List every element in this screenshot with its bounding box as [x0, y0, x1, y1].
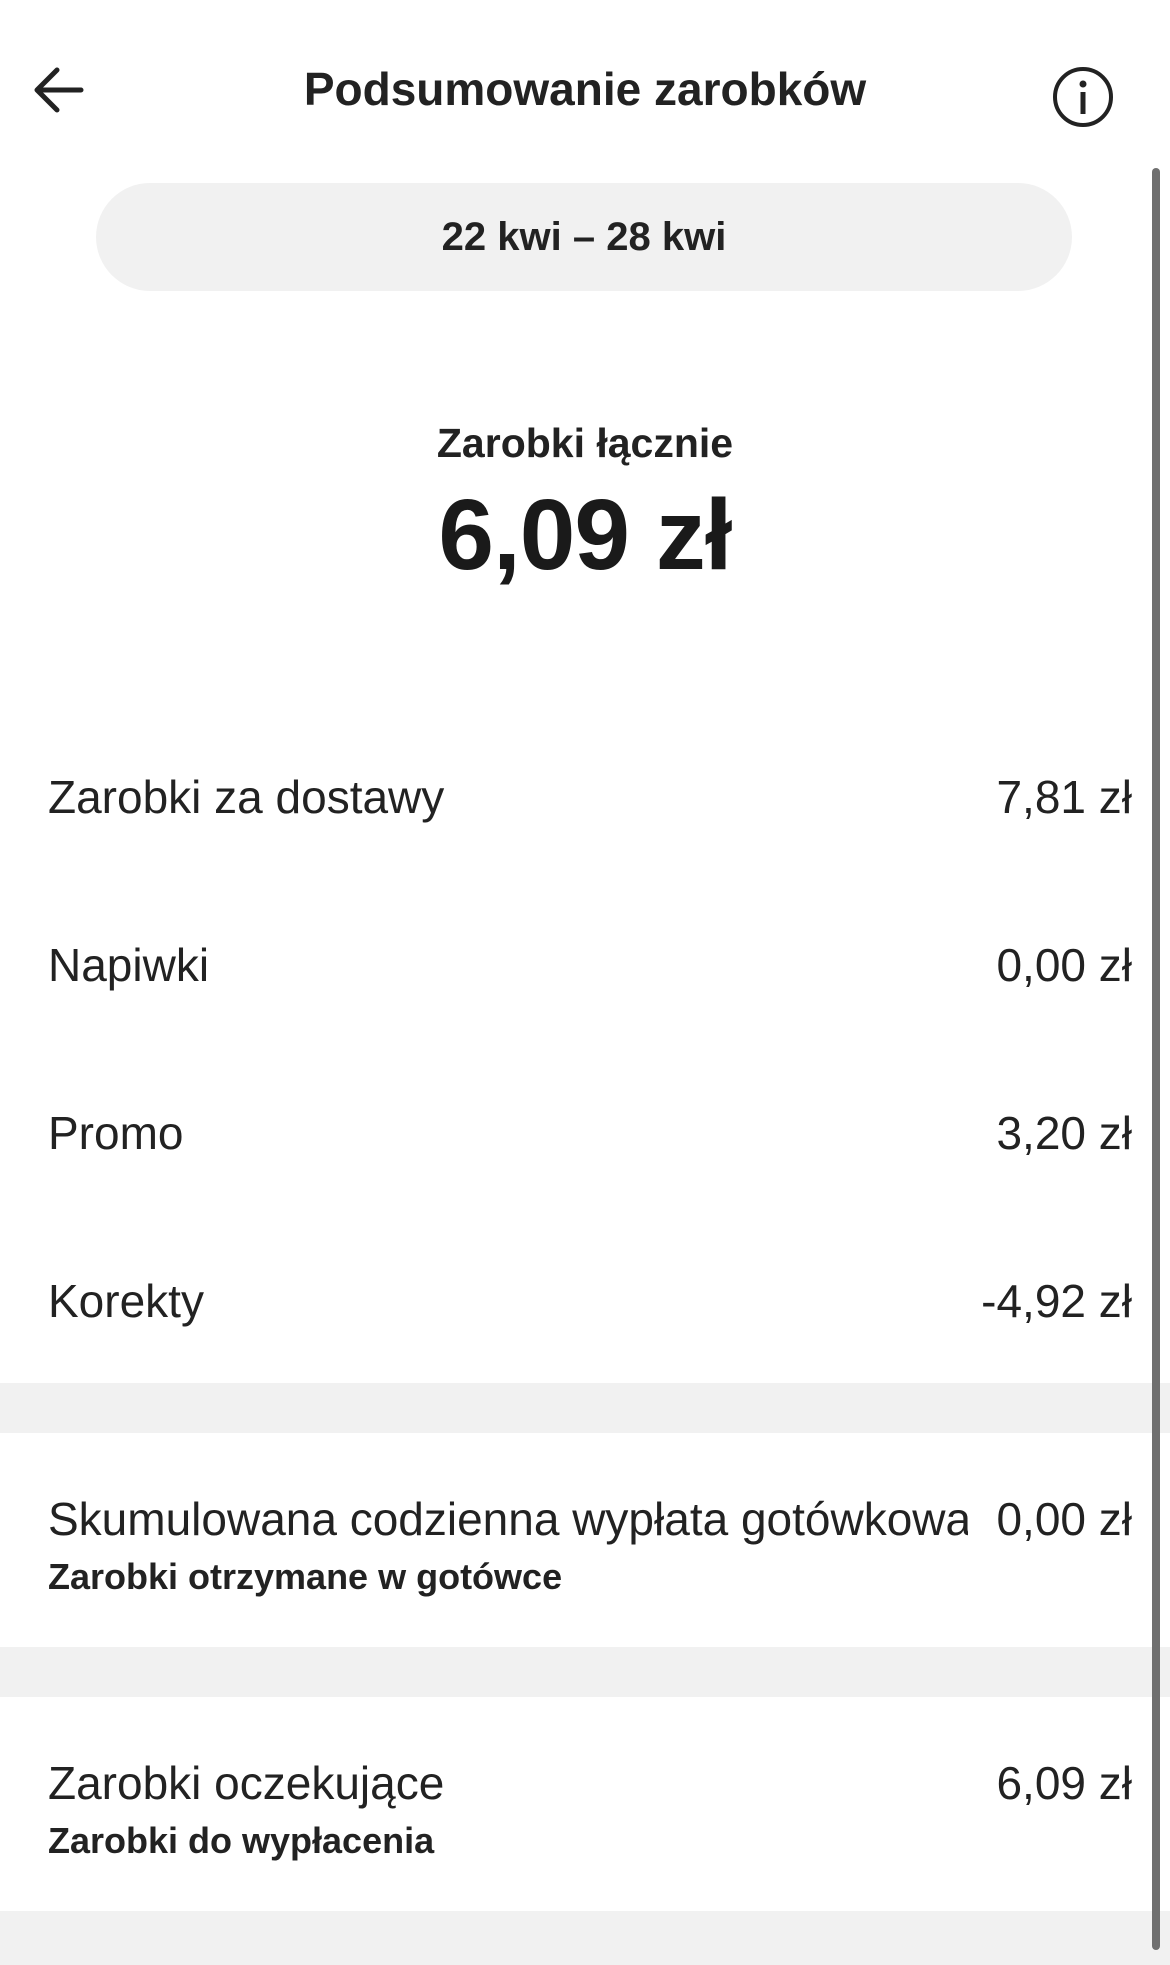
- row-value: 6,09 zł: [992, 1756, 1132, 1810]
- row-value: 7,81 zł: [992, 770, 1132, 824]
- info-button[interactable]: [1048, 62, 1118, 132]
- row-label: Skumulowana codzienna wypłata gotówkowa: [48, 1493, 968, 1545]
- breakdown-row-adjustments[interactable]: Korekty -4,92 zł: [48, 1274, 1132, 1344]
- row-value: 0,00 zł: [992, 1492, 1132, 1546]
- header: Podsumowanie zarobków: [0, 0, 1170, 180]
- earnings-summary-screen: Podsumowanie zarobków 22 kwi – 28 kwi Za…: [0, 0, 1170, 1965]
- section-divider: [0, 1383, 1170, 1433]
- total-earnings-label: Zarobki łącznie: [436, 420, 734, 466]
- row-label: Korekty: [48, 1275, 204, 1327]
- page-title: Podsumowanie zarobków: [303, 63, 867, 115]
- row-label: Zarobki oczekujące: [48, 1757, 445, 1809]
- scrollbar[interactable]: [1152, 168, 1160, 1950]
- row-label: Promo: [48, 1107, 184, 1159]
- row-value: -4,92 zł: [977, 1274, 1132, 1328]
- breakdown-row-tips[interactable]: Napiwki 0,00 zł: [48, 938, 1132, 1008]
- section-divider: [0, 1647, 1170, 1697]
- section-divider: [0, 1911, 1170, 1965]
- date-range-selector[interactable]: 22 kwi – 28 kwi: [96, 183, 1072, 291]
- row-sublabel: Zarobki do wypłacenia: [48, 1820, 435, 1861]
- info-icon: [1053, 67, 1113, 127]
- breakdown-row-promo[interactable]: Promo 3,20 zł: [48, 1106, 1132, 1176]
- total-earnings-value: 6,09 zł: [438, 479, 732, 591]
- row-label: Zarobki za dostawy: [48, 771, 445, 823]
- row-value: 0,00 zł: [992, 938, 1132, 992]
- row-value: 3,20 zł: [992, 1106, 1132, 1160]
- breakdown-row-deliveries[interactable]: Zarobki za dostawy 7,81 zł: [48, 770, 1132, 840]
- row-sublabel: Zarobki otrzymane w gotówce: [48, 1556, 563, 1597]
- cash-payout-row[interactable]: Skumulowana codzienna wypłata gotówkowa …: [48, 1492, 1132, 1602]
- pending-earnings-row[interactable]: Zarobki oczekujące 6,09 zł Zarobki do wy…: [48, 1756, 1132, 1866]
- row-label: Napiwki: [48, 939, 210, 991]
